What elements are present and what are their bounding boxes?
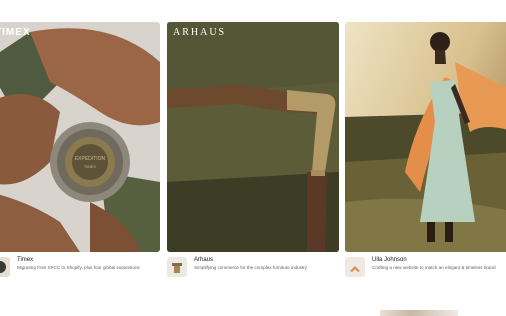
ulla-johnson-model-image <box>345 22 506 252</box>
arhaus-thumbnail <box>167 257 187 277</box>
svg-text:EXPEDITION: EXPEDITION <box>75 156 106 162</box>
ulla-johnson-thumbnail <box>345 257 365 277</box>
arhaus-logo: ARHAUS <box>173 27 227 38</box>
timex-logo: TIMEX <box>0 27 31 38</box>
timex-title[interactable]: Timex <box>17 257 33 263</box>
timex-description: Migrating from SFCC to Shopify, plus fou… <box>17 265 140 270</box>
next-card-image-peek <box>380 310 458 316</box>
ulla-johnson-title[interactable]: Ulla Johnson <box>372 257 407 263</box>
timex-case-study-card[interactable]: EXPEDITION TIMEX TIMEX <box>0 22 160 252</box>
ulla-johnson-description: Crafting a new website to match an elega… <box>372 265 496 270</box>
ulla-johnson-case-study-card[interactable] <box>345 22 506 252</box>
arhaus-meta[interactable]: Arhaus Simplifying commerce for the comp… <box>167 257 339 279</box>
arhaus-case-study-card[interactable]: ARHAUS <box>167 22 339 252</box>
svg-text:TIMEX: TIMEX <box>84 164 97 169</box>
arhaus-title[interactable]: Arhaus <box>194 257 213 263</box>
timex-thumbnail <box>0 257 10 277</box>
arhaus-description: Simplifying commerce for the complex fur… <box>194 265 308 270</box>
arhaus-chair-image <box>167 22 339 252</box>
ulla-johnson-meta[interactable]: Ulla Johnson Crafting a new website to m… <box>345 257 506 279</box>
timex-watch-image: EXPEDITION TIMEX <box>0 22 160 252</box>
timex-meta[interactable]: Timex Migrating from SFCC to Shopify, pl… <box>0 257 160 279</box>
